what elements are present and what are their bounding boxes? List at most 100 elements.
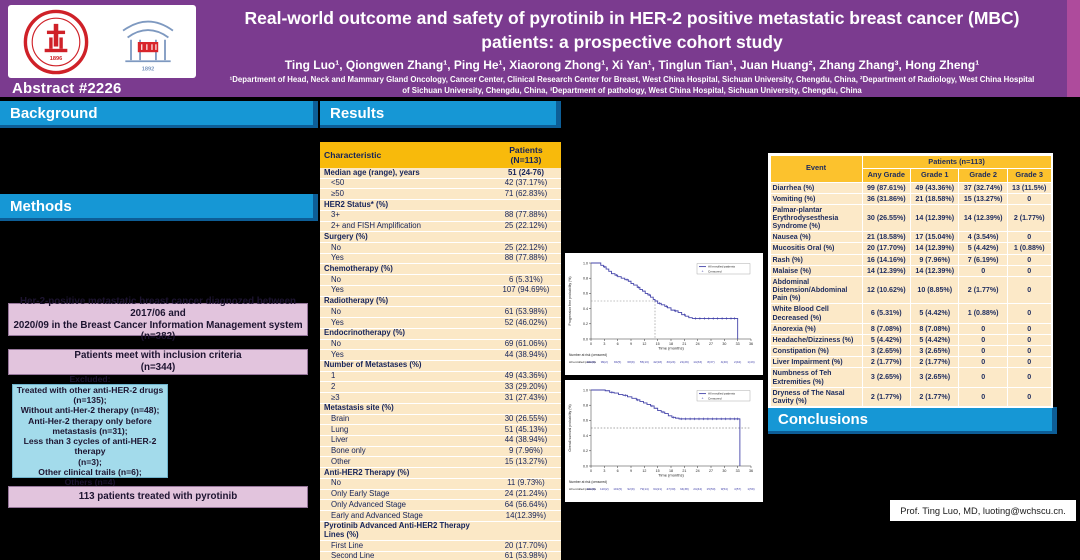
table-row: Radiotherapy (%)	[320, 296, 561, 307]
patients-group-header: Patients (n=113)	[863, 156, 1051, 169]
svg-text:0.8: 0.8	[583, 404, 588, 408]
sichuan-university-logo: 1896	[22, 8, 90, 76]
section-header-background: Background	[0, 101, 318, 128]
table-row: No6 (5.31%)	[320, 275, 561, 286]
table-row: <5042 (37.17%)	[320, 178, 561, 189]
table-row: Only Early Stage24 (21.24%)	[320, 489, 561, 500]
patients-col-header: Patients (N=113)	[491, 142, 561, 168]
table-row: 149 (43.36%)	[320, 371, 561, 382]
table-row: ≥331 (27.43%)	[320, 393, 561, 404]
svg-text:4(57): 4(57)	[734, 487, 741, 491]
table-row: No11 (9.73%)	[320, 478, 561, 489]
svg-text:Time (months): Time (months)	[658, 473, 684, 478]
svg-text:0.0: 0.0	[583, 464, 588, 468]
grade-col-header-3: Grade 3	[1008, 169, 1051, 182]
table-row: Second Line61 (53.98%)	[320, 551, 561, 560]
table-row: Headache/Dizziness (%)5 (4.42%)5 (4.42%)…	[771, 335, 1051, 345]
section-header-methods: Methods	[0, 194, 318, 221]
table-row: 233 (29.20%)	[320, 382, 561, 393]
table-row: Numbness of Teh Extremities (%)3 (2.65%)…	[771, 368, 1051, 386]
authors-line: Ting Luo¹, Qiongwen Zhang¹, Ping He¹, Xi…	[200, 58, 1064, 72]
svg-text:33: 33	[736, 469, 740, 473]
table-row: No61 (53.98%)	[320, 307, 561, 318]
svg-text:0: 0	[590, 469, 592, 473]
svg-text:33: 33	[736, 342, 740, 346]
table-row: HER2 Status* (%)	[320, 200, 561, 211]
header-accent-strip	[1067, 0, 1080, 97]
svg-text:8(37): 8(37)	[707, 360, 714, 364]
svg-text:Number at risk (censored): Number at risk (censored)	[569, 480, 607, 484]
svg-text:0.6: 0.6	[583, 292, 588, 296]
affiliations-line2: of Sichuan University, Chengdu, China, ³…	[200, 86, 1064, 95]
svg-text:15(50): 15(50)	[707, 487, 716, 491]
flowchart-box-excluded: Excluded: Treated with other anti-HER-2 …	[12, 384, 168, 478]
svg-text:0.2: 0.2	[583, 322, 588, 326]
event-col-header: Event	[771, 156, 862, 182]
pfs-km-plot: 0.00.20.40.60.81.00369121518212427303336…	[565, 253, 763, 375]
svg-text:14(33): 14(33)	[693, 360, 702, 364]
svg-text:68(9): 68(9)	[627, 360, 634, 364]
west-china-hospital-logo: 1892	[114, 8, 182, 76]
svg-text:21(29): 21(29)	[680, 360, 689, 364]
table-row: Median age (range), years51 (24-76)	[320, 168, 561, 178]
svg-text:4(40): 4(40)	[721, 360, 728, 364]
flowchart-box-cohort: Her-2-positive metastatic breast cancer …	[8, 303, 308, 336]
table-row: 3+88 (77.88%)	[320, 210, 561, 221]
svg-text:All enrolled patients: All enrolled patients	[708, 392, 735, 396]
table-row: Endocrinotherapy (%)	[320, 328, 561, 339]
flowchart-box-final: 113 patients treated with pyrotinib	[8, 486, 308, 508]
svg-text:9: 9	[630, 342, 632, 346]
svg-text:36: 36	[749, 469, 753, 473]
svg-text:1.0: 1.0	[583, 261, 588, 265]
header-banner: 1896 1892	[0, 0, 1080, 97]
svg-text:0.4: 0.4	[583, 434, 588, 438]
poster-title-line1: Real-world outcome and safety of pyrotin…	[200, 7, 1064, 31]
svg-text:1(43): 1(43)	[747, 360, 754, 364]
svg-text:Censored: Censored	[708, 396, 722, 400]
svg-text:34(38): 34(38)	[680, 487, 689, 491]
table-row: Liver44 (38.94%)	[320, 435, 561, 446]
logo-box: 1896 1892	[8, 5, 196, 78]
svg-text:Censored: Censored	[708, 269, 722, 273]
svg-text:9: 9	[630, 469, 632, 473]
table-row: Yes44 (38.94%)	[320, 350, 561, 361]
svg-text:24(44): 24(44)	[693, 487, 702, 491]
table-row: Rash (%)16 (14.16%)9 (7.96%)7 (6.19%)0	[771, 255, 1051, 265]
flowchart-box-inclusion: Patients meet with inclusion criteria (n…	[8, 349, 308, 375]
table-row: Mucositis Oral (%)20 (17.70%)14 (12.39%)…	[771, 243, 1051, 253]
adverse-events-table-body: Diarrhea (%)99 (87.61%)49 (43.36%)37 (32…	[771, 183, 1051, 406]
poster: 1896 1892	[0, 0, 1080, 560]
title-block: Real-world outcome and safety of pyrotin…	[200, 0, 1064, 95]
svg-text:6: 6	[617, 469, 619, 473]
table-row: Anti-HER2 Therapy (%)	[320, 468, 561, 479]
svg-text:Progression free probability (: Progression free probability (%)	[568, 276, 572, 325]
table-row: Yes88 (77.88%)	[320, 253, 561, 264]
table-row: Malaise (%)14 (12.39%)14 (12.39%)00	[771, 266, 1051, 276]
svg-text:101(5): 101(5)	[613, 487, 622, 491]
svg-text:0.0: 0.0	[583, 337, 588, 341]
svg-text:3: 3	[603, 469, 605, 473]
svg-text:0.8: 0.8	[583, 277, 588, 281]
table-row: Nausea (%)21 (18.58%)17 (15.04%)4 (3.54%…	[771, 232, 1051, 242]
svg-text:2(42): 2(42)	[734, 360, 741, 364]
table-row: Anorexia (%)8 (7.08%)8 (7.08%)00	[771, 324, 1051, 334]
svg-text:30(24): 30(24)	[667, 360, 676, 364]
svg-text:30: 30	[722, 342, 726, 346]
svg-text:0: 0	[590, 342, 592, 346]
table-row: White Blood Cell Decreased (%)6 (5.31%)5…	[771, 304, 1051, 322]
affiliations-line1: ¹Department of Head, Neck and Mammary Gl…	[200, 75, 1064, 84]
svg-text:84(5): 84(5)	[614, 360, 621, 364]
characteristics-col-header: Characteristic	[320, 142, 491, 168]
svg-text:+: +	[701, 396, 703, 400]
table-row: Only Advanced Stage64 (56.64%)	[320, 500, 561, 511]
table-row: No25 (22.12%)	[320, 243, 561, 254]
svg-text:12: 12	[642, 469, 646, 473]
svg-text:24: 24	[696, 469, 700, 473]
svg-text:3: 3	[603, 342, 605, 346]
svg-text:Number at risk (censored): Number at risk (censored)	[569, 353, 607, 357]
characteristics-table: Characteristic Patients (N=113) Median a…	[320, 142, 561, 560]
svg-text:Overall survival probability (: Overall survival probability (%)	[568, 404, 572, 451]
table-row: Other15 (13.27%)	[320, 457, 561, 468]
table-row: Diarrhea (%)99 (87.61%)49 (43.36%)37 (32…	[771, 183, 1051, 193]
table-row: Abdominal Distension/Abdominal Pain (%)1…	[771, 277, 1051, 303]
